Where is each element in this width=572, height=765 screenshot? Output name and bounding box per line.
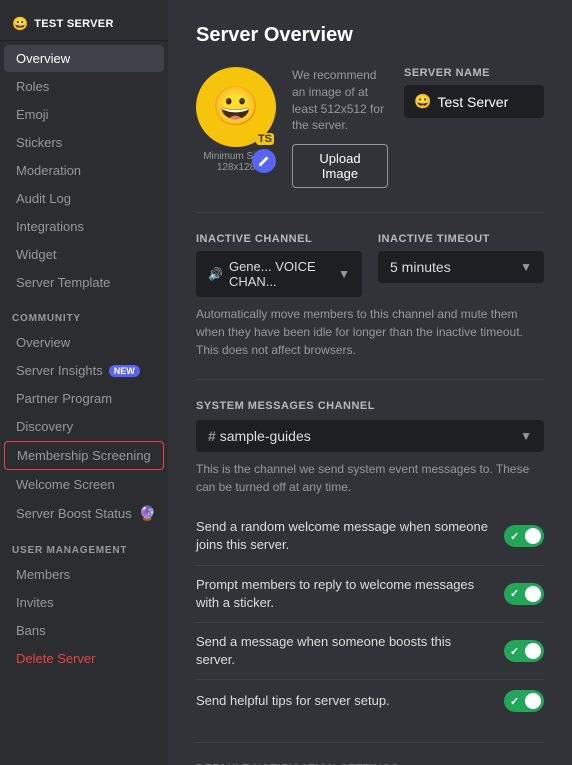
page-title: Server Overview (196, 24, 544, 47)
server-emoji-icon: 😀 (12, 16, 28, 32)
sidebar-item-members[interactable]: Members (4, 561, 164, 588)
toggle-check-icon: ✓ (510, 695, 519, 708)
inactive-channel-value: 🔊 Gene... VOICE CHAN... (208, 259, 338, 289)
delete-server-item[interactable]: Delete Server (4, 645, 164, 672)
system-channel-text: sample-guides (220, 428, 311, 444)
toggle-label-boost-msg: Send a message when someone boosts this … (196, 633, 504, 669)
toggle-switch-boost-msg[interactable]: ✓ (504, 640, 544, 662)
overview-top-section: 😀 TS Minimum Size: 128x128 We recommend … (196, 67, 544, 188)
toggle-switch-helpful-tips[interactable]: ✓ (504, 690, 544, 712)
server-insights-badge: NEW (109, 365, 140, 377)
sidebar-item-community-overview[interactable]: Overview (4, 329, 164, 356)
toggle-label-helpful-tips: Send helpful tips for server setup. (196, 692, 504, 710)
community-section-header: COMMUNITY (0, 297, 168, 328)
toggle-check-icon: ✓ (510, 587, 519, 600)
sidebar-item-audit-log[interactable]: Audit Log (4, 185, 164, 212)
toggle-check-icon: ✓ (510, 645, 519, 658)
system-channel-helper: This is the channel we send system event… (196, 460, 544, 496)
toggle-knob (525, 586, 541, 602)
toggle-label-sticker-reply: Prompt members to reply to welcome messa… (196, 576, 504, 612)
server-name-input[interactable]: 😀 Test Server (404, 85, 544, 118)
server-insights-label: Server Insights (16, 363, 103, 378)
toggle-list: Send a random welcome message when someo… (196, 508, 544, 722)
server-boost-label: Server Boost Status (16, 506, 132, 521)
toggle-item-boost-msg: Send a message when someone boosts this … (196, 623, 544, 680)
inactive-channel-label: INACTIVE CHANNEL (196, 233, 362, 245)
user-nav-section: MembersInvitesBans (0, 561, 168, 644)
server-name-section: SERVER NAME 😀 Test Server (404, 67, 544, 118)
inactive-timeout-chevron: ▼ (520, 260, 532, 274)
server-boost-item[interactable]: Server Boost Status 🔮 (4, 499, 164, 528)
sidebar-item-invites[interactable]: Invites (4, 589, 164, 616)
inactive-timeout-group: INACTIVE TIMEOUT 5 minutes ▼ (378, 233, 544, 297)
inactive-channel-chevron: ▼ (338, 267, 350, 281)
sidebar-item-overview[interactable]: Overview (4, 45, 164, 72)
notification-section: DEFAULT NOTIFICATION SETTINGS This will … (196, 742, 544, 765)
server-name-input-value: Test Server (437, 94, 508, 110)
server-name-input-emoji: 😀 (414, 93, 431, 110)
system-channel-chevron: ▼ (520, 429, 532, 443)
volume-icon: 🔊 (208, 267, 223, 281)
sidebar-item-moderation[interactable]: Moderation (4, 157, 164, 184)
divider-1 (196, 212, 544, 213)
sidebar-item-server-insights[interactable]: Server Insights NEW (4, 357, 164, 384)
sidebar-item-stickers[interactable]: Stickers (4, 129, 164, 156)
toggle-knob (525, 693, 541, 709)
server-header[interactable]: 😀 TEST SERVER (0, 8, 168, 41)
sidebar: 😀 TEST SERVER OverviewRolesEmojiStickers… (0, 0, 168, 765)
inactive-row: INACTIVE CHANNEL 🔊 Gene... VOICE CHAN...… (196, 233, 544, 297)
sidebar-item-partner-program[interactable]: Partner Program (4, 385, 164, 412)
inactive-helper-text: Automatically move members to this chann… (196, 305, 544, 359)
hash-icon: # (208, 428, 216, 444)
inactive-timeout-value: 5 minutes (390, 259, 451, 275)
overview-middle: We recommend an image of at least 512x51… (292, 67, 388, 188)
toggle-knob (525, 643, 541, 659)
inactive-channel-text: Gene... VOICE CHAN... (229, 259, 338, 289)
server-icon-emoji: 😀 (212, 85, 259, 129)
sidebar-item-bans[interactable]: Bans (4, 617, 164, 644)
system-messages-label: SYSTEM MESSAGES CHANNEL (196, 400, 544, 412)
inactive-timeout-select[interactable]: 5 minutes ▼ (378, 251, 544, 283)
server-icon: 😀 TS (196, 67, 276, 147)
toggle-item-helpful-tips: Send helpful tips for server setup. ✓ (196, 680, 544, 722)
divider-3 (196, 742, 544, 743)
toggle-check-icon: ✓ (510, 530, 519, 543)
inactive-timeout-label: INACTIVE TIMEOUT (378, 233, 544, 245)
sidebar-item-server-template[interactable]: Server Template (4, 269, 164, 296)
top-nav-section: OverviewRolesEmojiStickersModerationAudi… (0, 45, 168, 296)
toggle-label-welcome-msg: Send a random welcome message when someo… (196, 518, 504, 554)
edit-icon-button[interactable] (252, 149, 276, 173)
toggle-item-welcome-msg: Send a random welcome message when someo… (196, 508, 544, 565)
community-nav-section: Overview Server Insights NEW Partner Progra… (0, 329, 168, 498)
divider-2 (196, 379, 544, 380)
sidebar-item-widget[interactable]: Widget (4, 241, 164, 268)
toggle-switch-welcome-msg[interactable]: ✓ (504, 525, 544, 547)
recommend-text: We recommend an image of at least 512x51… (292, 67, 388, 134)
system-channel-select[interactable]: # sample-guides ▼ (196, 420, 544, 452)
server-insights-label-wrapper: Server Insights NEW (16, 363, 156, 378)
toggle-switch-sticker-reply[interactable]: ✓ (504, 583, 544, 605)
inactive-channel-select[interactable]: 🔊 Gene... VOICE CHAN... ▼ (196, 251, 362, 297)
sidebar-item-roles[interactable]: Roles (4, 73, 164, 100)
inactive-channel-group: INACTIVE CHANNEL 🔊 Gene... VOICE CHAN...… (196, 233, 362, 297)
server-name-field-label: SERVER NAME (404, 67, 544, 79)
main-content: Server Overview 😀 TS Minimum Size: 128x1… (168, 0, 572, 765)
server-icon-letters: TS (256, 133, 274, 145)
system-channel-value-row: # sample-guides (208, 428, 311, 444)
upload-image-button[interactable]: Upload Image (292, 144, 388, 188)
sidebar-item-emoji[interactable]: Emoji (4, 101, 164, 128)
user-management-header: USER MANAGEMENT (0, 529, 168, 560)
toggle-knob (525, 528, 541, 544)
sidebar-item-integrations[interactable]: Integrations (4, 213, 164, 240)
server-name-label: TEST SERVER (34, 18, 114, 30)
sidebar-item-membership-screening[interactable]: Membership Screening (4, 441, 164, 470)
toggle-item-sticker-reply: Prompt members to reply to welcome messa… (196, 566, 544, 623)
sidebar-item-welcome-screen[interactable]: Welcome Screen (4, 471, 164, 498)
boost-icon: 🔮 (139, 505, 156, 522)
server-icon-container: 😀 TS Minimum Size: 128x128 (196, 67, 276, 173)
sidebar-item-discovery[interactable]: Discovery (4, 413, 164, 440)
